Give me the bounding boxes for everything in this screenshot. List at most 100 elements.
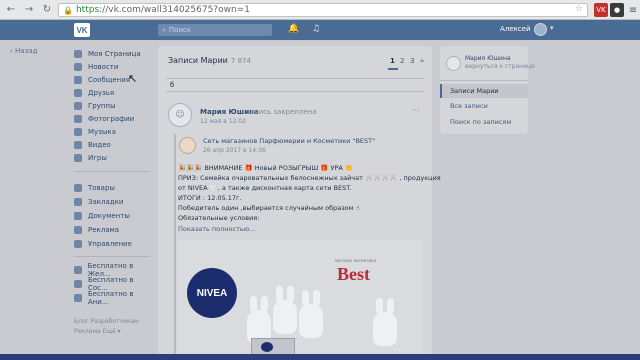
gamepad-icon [74, 154, 82, 162]
music-icon [74, 128, 82, 136]
tab-search-posts[interactable]: Поиск по записям [440, 115, 528, 129]
sidebar-item-ads[interactable]: Реклама [74, 224, 119, 236]
sidebar-item-label: Новости [88, 63, 119, 71]
sidebar-item-my-page[interactable]: Моя Страница [74, 48, 141, 60]
avatar[interactable]: ☺ [168, 103, 192, 127]
wall-panel: Записи Марии7 874 1 2 3 » ☺ Мария Юшина … [158, 46, 441, 360]
page-link-next[interactable]: » [420, 57, 424, 65]
bunny-toy [373, 298, 397, 346]
sidebar-item-label: Фотографии [88, 115, 135, 123]
tab-owner-posts[interactable]: Записи Марии [440, 84, 528, 98]
user-name[interactable]: Алексей [500, 25, 531, 33]
wall-title: Записи Марии [168, 56, 228, 65]
mouse-cursor-icon: ↖ [128, 72, 138, 85]
sidebar-item-label: Моя Страница [88, 50, 141, 58]
forward-arrow-icon[interactable]: → [22, 3, 36, 17]
wall-search[interactable] [166, 78, 424, 92]
post-text-line: Обязательные условия: [178, 214, 260, 222]
site-header: VK ⌕ 🔔 ♫ Алексей ▾ [0, 20, 640, 40]
sidebar-item-community-1[interactable]: Бесплатно в Жел... [74, 262, 155, 278]
search-icon: ⌕ [162, 25, 166, 34]
sidebar-item-photos[interactable]: Фотографии [74, 113, 134, 125]
sidebar-item-groups[interactable]: Группы [74, 100, 116, 112]
menu-icon[interactable]: ≡ [626, 3, 640, 17]
page-link-2[interactable]: 2 [400, 57, 404, 65]
manage-icon [74, 240, 82, 248]
post-text-line: Победитель один ,выбирается случайным об… [178, 204, 360, 212]
sidebar-item-label: Музыка [88, 128, 116, 136]
sidebar-item-messages[interactable]: Сообщения [74, 74, 130, 86]
avatar[interactable] [179, 137, 196, 154]
back-label: Назад [15, 47, 38, 55]
sidebar-item-goods[interactable]: Товары [74, 182, 115, 194]
sidebar-item-news[interactable]: Новости [74, 61, 118, 73]
bell-icon[interactable]: 🔔 [288, 24, 299, 34]
right-panel: Мария Юшина вернуться к странице Записи … [440, 46, 535, 134]
header-search[interactable]: ⌕ [158, 24, 272, 36]
browser-toolbar: ← → ↻ 🔒 https ://vk.com/wall314025675?ow… [0, 0, 640, 20]
sidebar-item-bookmarks[interactable]: Закладки [74, 196, 123, 208]
sidebar-item-friends[interactable]: Друзья [74, 87, 114, 99]
post-text-line: от NIVEA 🤍, а также дисконтная карта сет… [178, 184, 352, 192]
page-link-1[interactable]: 1 [390, 57, 395, 65]
repost-date[interactable]: 26 апр 2017 в 14:36 [203, 147, 266, 154]
bunny-toy [273, 286, 297, 334]
post-date[interactable]: 12 мая в 12:02 [200, 118, 246, 125]
reload-icon[interactable]: ↻ [40, 3, 54, 17]
camera-icon [74, 115, 82, 123]
community-icon [74, 280, 82, 288]
sidebar-item-games[interactable]: Игры [74, 152, 107, 164]
avatar[interactable] [534, 23, 547, 36]
news-icon [74, 63, 82, 71]
music-note-icon[interactable]: ♫ [312, 24, 320, 34]
divider [440, 80, 528, 81]
more-options-icon[interactable]: ··· [412, 106, 420, 115]
post-image[interactable]: NIVEA магазин косметики Best [177, 240, 423, 360]
vk-logo[interactable]: VK [74, 23, 90, 37]
lock-icon: 🔒 [63, 5, 73, 15]
sidebar-item-community-3[interactable]: Бесплатно в Ани... [74, 290, 155, 306]
back-arrow-icon[interactable]: ← [4, 3, 18, 17]
community-icon [74, 294, 82, 302]
sidebar-item-video[interactable]: Видео [74, 139, 111, 151]
url-path: ://vk.com/wall314025675?own=1 [99, 5, 250, 15]
bookmark-star-icon[interactable]: ☆ [575, 4, 583, 14]
sidebar-item-label: Сообщения [88, 76, 131, 84]
footer-links-2[interactable]: Реклама Ещё ▾ [74, 328, 121, 335]
sidebar-item-label: Закладки [88, 198, 124, 206]
wall-search-input[interactable] [170, 81, 410, 89]
tab-all-posts[interactable]: Все записи [440, 99, 528, 113]
star-icon [74, 198, 82, 206]
footer-links-1[interactable]: Блог Разработчикам [74, 318, 139, 325]
nivea-logo-text: NIVEA [196, 287, 228, 299]
url-scheme: https [75, 5, 100, 15]
post-text-line: ИТОГИ : 12.05.17г. [178, 194, 242, 202]
friends-icon [74, 89, 82, 97]
sidebar-item-label: Документы [88, 212, 130, 220]
chevron-down-icon[interactable]: ▾ [550, 24, 554, 32]
show-more-link[interactable]: Показать полностью... [178, 225, 255, 233]
search-input[interactable] [168, 26, 259, 34]
sidebar-item-community-2[interactable]: Бесплатно в Сос... [74, 276, 155, 292]
sidebar-item-manage[interactable]: Управление [74, 238, 132, 250]
owner-name[interactable]: Мария Юшина [465, 55, 511, 62]
divider [74, 256, 150, 257]
os-taskbar [0, 354, 640, 360]
bag-icon [74, 184, 82, 192]
page-link-3[interactable]: 3 [410, 57, 414, 65]
sidebar-item-label: Реклама [88, 226, 120, 234]
address-bar[interactable]: 🔒 https ://vk.com/wall314025675?own=1 ☆ [58, 3, 588, 17]
sidebar-item-label: Управление [88, 240, 132, 248]
avatar[interactable] [446, 56, 461, 71]
divider [74, 171, 150, 172]
return-link[interactable]: вернуться к странице [465, 63, 535, 70]
back-link[interactable]: ‹ Назад [10, 47, 37, 55]
sidebar-item-music[interactable]: Музыка [74, 126, 116, 138]
sidebar-item-documents[interactable]: Документы [74, 210, 130, 222]
community-icon [74, 266, 82, 274]
post-pinned-label: запись закреплена [246, 108, 317, 116]
repost-source[interactable]: Сеть магазинов Парфюмерии и Косметики "B… [203, 137, 375, 145]
sidebar-item-label: Бесплатно в Ани... [87, 290, 134, 306]
extension-dark-icon[interactable]: ● [610, 3, 624, 17]
extension-icon[interactable]: VK [594, 3, 608, 17]
